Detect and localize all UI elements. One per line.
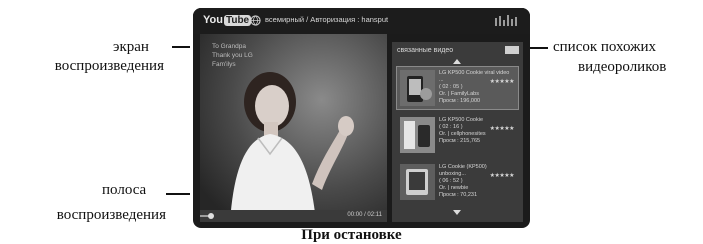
overlay-line: Fam'ilys (212, 61, 236, 68)
label-bar-line2-wrap: воспроизведения (2, 206, 166, 224)
related-item[interactable]: LG KP500 Cookie viral video ... ( 02 : 0… (396, 66, 519, 110)
globe-icon (250, 15, 261, 26)
rating-stars: ★★★★★ (489, 125, 515, 132)
label-screen: экран (96, 38, 166, 56)
page-indicator (505, 46, 519, 54)
progress-knob[interactable] (208, 213, 214, 219)
top-bar: You Tube всемирный / Авторизация : hansp… (193, 8, 530, 34)
related-item-text: LG KP500 Cookie viral video ... ( 02 : 0… (439, 70, 515, 105)
related-videos-list: связанные видео LG KP500 Cookie viral vi… (392, 42, 523, 222)
tv-screen: You Tube всемирный / Авторизация : hansp… (193, 8, 530, 228)
rating-stars: ★★★★★ (489, 172, 515, 179)
equalizer-icon (495, 15, 517, 26)
youtube-logo: You Tube (203, 14, 252, 26)
related-item[interactable]: LG Cookie (KP500) unboxing... ( 06 : 52 … (397, 161, 518, 203)
related-item-views: Просм : 215,765 (439, 138, 481, 144)
label-related-line2: видеороликов (578, 59, 667, 75)
related-item-duration: ( 06 : 52 ) (439, 178, 463, 184)
pointer-related (529, 47, 548, 49)
scroll-up-arrow-icon[interactable] (453, 59, 461, 64)
overlay-line: To Grandpa (212, 43, 246, 50)
label-bar-line2: воспроизведения (56, 207, 166, 223)
scroll-down-arrow-icon[interactable] (453, 210, 461, 215)
logo-you: You (203, 14, 223, 26)
overlay-line: Thank you LG (212, 52, 253, 59)
overlay-message: To Grandpa Thank you LG Fam'ilys (212, 42, 262, 97)
video-thumbnail (400, 164, 435, 200)
related-item-author: Or. | cellphonesites (439, 131, 486, 137)
label-bar: полоса (102, 181, 146, 199)
related-item-author: Or. | newbie (439, 185, 469, 191)
rating-stars: ★★★★★ (489, 78, 515, 85)
related-title: связанные видео (397, 47, 454, 54)
pointer-screen (172, 46, 190, 48)
label-screen-line1: экран (113, 39, 149, 55)
related-item-views: Просм : 70,231 (439, 192, 478, 198)
video-thumbnail (400, 70, 435, 106)
region-login-text: всемирный / Авторизация : hansput (265, 15, 389, 24)
playback-bar[interactable]: 00:00 / 02:11 (200, 210, 387, 222)
related-item-author: Or. | FamilyLabs (439, 91, 479, 97)
related-item[interactable]: LG KP500 Cookie ( 02 : 16 ) Or. | cellph… (397, 114, 518, 156)
label-bar-line1: полоса (102, 182, 147, 198)
video-thumbnail (400, 117, 435, 153)
logo-tube: Tube (223, 14, 252, 26)
time-readout: 00:00 / 02:11 (347, 212, 382, 218)
label-screen-line2: воспроизведения (54, 58, 164, 74)
label-screen-line2-wrap: воспроизведения (2, 57, 164, 75)
related-item-views: Просм : 196,000 (439, 98, 481, 104)
related-item-duration: ( 02 : 05 ) (439, 84, 463, 90)
related-item-text: LG Cookie (KP500) unboxing... ( 06 : 52 … (439, 164, 515, 199)
playback-screen[interactable]: To Grandpa Thank you LG Fam'ilys 00:00 /… (200, 34, 387, 222)
label-related-line1: список похожих (553, 39, 657, 55)
figure-caption: При остановке (301, 227, 402, 243)
pointer-bar (166, 193, 190, 195)
label-related: список похожих (553, 38, 656, 56)
label-related-line2-wrap: видеороликов (578, 58, 666, 76)
related-item-title: LG KP500 Cookie (439, 117, 484, 123)
